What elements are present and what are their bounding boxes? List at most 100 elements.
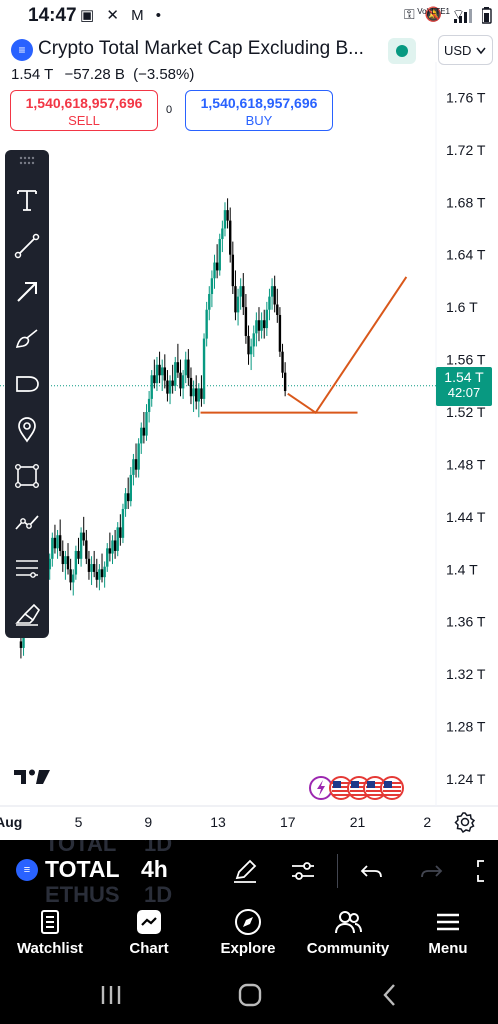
trend-line-button[interactable] [9, 228, 45, 264]
candle-body [166, 380, 169, 394]
price-axis-label: 1.76 T [446, 89, 486, 105]
watchlist-icon [41, 910, 59, 934]
time-axis-label: 5 [75, 814, 83, 830]
toolbar-symbol[interactable]: TOTAL [45, 856, 120, 883]
candle-body [64, 556, 67, 565]
brush-tool-button[interactable] [9, 320, 45, 356]
candle-body [140, 427, 143, 444]
compass-icon [235, 909, 261, 935]
path-icon [15, 515, 39, 530]
tradingview-logo[interactable] [12, 766, 52, 788]
candle-body [221, 228, 224, 239]
nav-chart[interactable]: Chart [99, 902, 199, 966]
sell-label: SELL [68, 113, 100, 128]
candle-body [197, 388, 201, 402]
candle-body [260, 320, 263, 331]
nav-community-label: Community [306, 940, 390, 957]
candle-body [210, 278, 214, 295]
projection-path [287, 276, 408, 415]
toolbar-interval[interactable]: 4h [141, 856, 168, 883]
candle-body [215, 262, 219, 271]
fullscreen-icon [477, 860, 484, 882]
system-nav-bar [0, 966, 498, 1024]
drawing-toolbar [5, 150, 49, 638]
nav-watchlist[interactable]: Watchlist [0, 902, 100, 966]
candle-body [132, 459, 135, 475]
candle-body [244, 307, 248, 336]
candle-body [208, 294, 211, 310]
events-badges[interactable] [308, 775, 406, 801]
candle-body [223, 210, 227, 229]
candle-body [268, 296, 271, 310]
market-status-button[interactable] [388, 38, 416, 64]
sell-price: 1,540,618,957,696 [25, 95, 143, 111]
candle-body [160, 367, 164, 376]
candle-body [213, 262, 216, 279]
nav-community[interactable]: Community [298, 902, 398, 966]
candle-body [283, 372, 287, 392]
candle-body [69, 569, 72, 583]
toolbar-divider [337, 854, 338, 888]
candle-body [98, 569, 101, 580]
fullscreen-button[interactable] [472, 855, 498, 887]
ghost-symbol-below: ETHUS [45, 882, 120, 902]
candle-body [66, 556, 70, 570]
shape-tool-button[interactable] [9, 366, 45, 402]
home-icon[interactable] [235, 980, 265, 1010]
text-tool-button[interactable] [9, 182, 45, 218]
candle-body [168, 380, 172, 394]
nav-menu[interactable]: Menu [398, 902, 498, 966]
symbol-title[interactable]: Crypto Total Market Cap Excluding B... [38, 38, 378, 60]
candle-body [276, 304, 279, 315]
candle-body [90, 564, 93, 572]
draw-button[interactable] [229, 855, 261, 887]
parallel-lines-tool-button[interactable] [9, 550, 45, 586]
candle-body [121, 508, 125, 538]
undo-icon [360, 865, 382, 878]
candle-body [51, 537, 54, 559]
price-tag-value: 1.54 T [444, 369, 484, 385]
undo-button[interactable] [356, 855, 388, 887]
candle-body [124, 493, 127, 509]
candle-body [129, 474, 132, 502]
candle-body [145, 411, 148, 436]
nav-menu-label: Menu [428, 940, 468, 957]
time-axis-label: 2 [423, 814, 431, 830]
sell-button[interactable]: 1,540,618,957,696 SELL [10, 90, 158, 131]
back-icon[interactable] [375, 980, 405, 1010]
candle-body [87, 558, 91, 572]
indicators-button[interactable] [287, 855, 319, 887]
candle-body [126, 493, 130, 502]
path-tool-button[interactable] [9, 504, 45, 540]
candle-body [56, 535, 59, 549]
spread-value: 0 [166, 104, 173, 116]
candle-body [249, 346, 253, 355]
redo-button[interactable] [415, 855, 447, 887]
buy-button[interactable]: 1,540,618,957,696 BUY [185, 90, 333, 131]
gear-icon[interactable] [454, 811, 476, 833]
pin-tool-button[interactable] [9, 412, 45, 448]
rectangle-tool-button[interactable] [9, 458, 45, 494]
arrow-tool-icon [17, 282, 37, 302]
nav-explore-label: Explore [220, 940, 276, 957]
arrow-tool-button[interactable] [9, 274, 45, 310]
candle-body [116, 527, 119, 551]
eraser-icon [15, 603, 41, 626]
recent-apps-icon[interactable] [96, 980, 126, 1010]
ghost-interval-below: 1D [144, 882, 173, 902]
drag-handle-icon[interactable] [19, 156, 35, 166]
candle-body [176, 362, 180, 373]
candle-body [281, 351, 284, 373]
eraser-tool-button[interactable] [9, 596, 45, 632]
candle-body [192, 388, 195, 397]
candle-body [247, 335, 250, 355]
nav-explore[interactable]: Explore [198, 902, 298, 966]
candle-body [79, 532, 83, 559]
currency-select[interactable]: USD [438, 35, 493, 65]
candle-body [100, 569, 104, 578]
candle-body [147, 398, 151, 412]
price-axis-label: 1.72 T [446, 142, 486, 158]
price-axis-label: 1.56 T [446, 352, 486, 368]
symbol-logo-icon[interactable]: ≡ [11, 39, 33, 61]
price-axis-label: 1.6 T [446, 299, 478, 315]
